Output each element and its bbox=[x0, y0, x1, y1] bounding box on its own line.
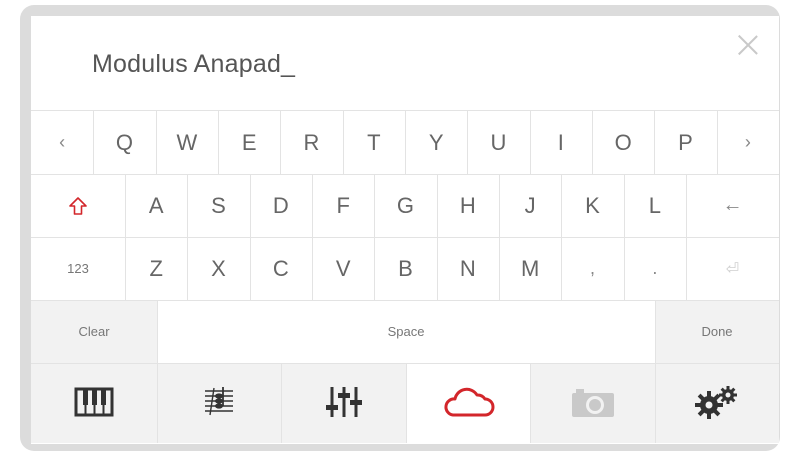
key-u[interactable]: U bbox=[467, 111, 529, 174]
key-n[interactable]: N bbox=[437, 237, 499, 300]
done-button[interactable]: Done bbox=[655, 300, 779, 363]
key-separator bbox=[187, 174, 189, 237]
key-separator bbox=[592, 111, 593, 174]
key-separator bbox=[280, 111, 282, 174]
key-p[interactable]: P bbox=[654, 111, 716, 174]
key-t[interactable]: T bbox=[343, 111, 405, 174]
cloud-icon bbox=[444, 387, 495, 417]
key-separator bbox=[436, 174, 438, 237]
prev-key[interactable]: ‹ bbox=[31, 111, 93, 174]
mixer-sliders-icon bbox=[325, 387, 362, 417]
key-separator bbox=[561, 174, 563, 237]
key-separator bbox=[499, 237, 500, 300]
key-separator bbox=[93, 111, 95, 174]
gear-icon bbox=[695, 386, 737, 419]
enter-key[interactable]: ⏎ bbox=[686, 237, 779, 300]
key-separator bbox=[249, 174, 251, 237]
camera-icon bbox=[571, 389, 614, 417]
key-separator bbox=[405, 111, 406, 174]
key-separator bbox=[125, 237, 126, 300]
key-a[interactable]: A bbox=[125, 174, 187, 237]
key-g[interactable]: G bbox=[374, 174, 436, 237]
tab-cloud[interactable] bbox=[406, 363, 530, 441]
key-b[interactable]: B bbox=[374, 237, 436, 300]
key-s[interactable]: S bbox=[187, 174, 249, 237]
backspace-key[interactable]: ← bbox=[686, 174, 779, 237]
key-w[interactable]: W bbox=[156, 111, 218, 174]
key-separator bbox=[155, 111, 157, 174]
key-separator bbox=[686, 174, 687, 237]
key-separator bbox=[467, 111, 469, 174]
key-period[interactable]: . bbox=[624, 237, 686, 300]
key-q[interactable]: Q bbox=[93, 111, 155, 174]
key-k[interactable]: K bbox=[561, 174, 623, 237]
key-separator bbox=[342, 111, 344, 174]
key-separator bbox=[716, 111, 718, 174]
key-m[interactable]: M bbox=[499, 237, 561, 300]
key-separator bbox=[623, 174, 625, 237]
clear-button[interactable]: Clear bbox=[31, 300, 157, 363]
key-separator bbox=[218, 111, 219, 174]
key-c[interactable]: C bbox=[250, 237, 312, 300]
key-d[interactable]: D bbox=[250, 174, 312, 237]
key-y[interactable]: Y bbox=[405, 111, 467, 174]
key-separator bbox=[249, 237, 251, 300]
shift-icon bbox=[69, 196, 87, 215]
tab-piano[interactable] bbox=[31, 363, 157, 441]
notation-icon bbox=[205, 387, 233, 416]
key-j[interactable]: J bbox=[499, 174, 561, 237]
piano-icon bbox=[74, 387, 114, 417]
key-separator bbox=[436, 237, 438, 300]
key-separator bbox=[157, 300, 158, 363]
tab-mixer[interactable] bbox=[281, 363, 406, 441]
key-l[interactable]: L bbox=[624, 174, 686, 237]
key-separator bbox=[374, 174, 376, 237]
key-e[interactable]: E bbox=[218, 111, 280, 174]
text-input[interactable]: Modulus Anapad_ bbox=[92, 50, 295, 79]
key-separator bbox=[499, 174, 500, 237]
next-key[interactable]: › bbox=[717, 111, 779, 174]
key-separator bbox=[654, 111, 656, 174]
key-r[interactable]: R bbox=[280, 111, 342, 174]
key-separator bbox=[187, 237, 189, 300]
key-separator bbox=[529, 111, 531, 174]
key-separator bbox=[686, 237, 687, 300]
key-z[interactable]: Z bbox=[125, 237, 187, 300]
numbers-key[interactable]: 123 bbox=[31, 237, 125, 300]
space-key[interactable]: Space bbox=[157, 300, 655, 363]
key-f[interactable]: F bbox=[312, 174, 374, 237]
tab-settings[interactable] bbox=[655, 363, 779, 441]
shift-key[interactable] bbox=[31, 174, 125, 237]
key-o[interactable]: O bbox=[592, 111, 654, 174]
key-separator bbox=[374, 237, 376, 300]
key-separator bbox=[561, 237, 563, 300]
key-separator bbox=[655, 300, 656, 363]
tab-camera[interactable] bbox=[530, 363, 655, 441]
key-x[interactable]: X bbox=[187, 237, 249, 300]
key-comma[interactable]: , bbox=[561, 237, 623, 300]
key-separator bbox=[623, 237, 625, 300]
key-separator bbox=[125, 174, 126, 237]
key-separator bbox=[312, 174, 313, 237]
close-icon[interactable] bbox=[738, 35, 758, 55]
key-h[interactable]: H bbox=[437, 174, 499, 237]
key-v[interactable]: V bbox=[312, 237, 374, 300]
tab-notation[interactable] bbox=[157, 363, 281, 441]
key-separator bbox=[312, 237, 313, 300]
key-i[interactable]: I bbox=[530, 111, 592, 174]
